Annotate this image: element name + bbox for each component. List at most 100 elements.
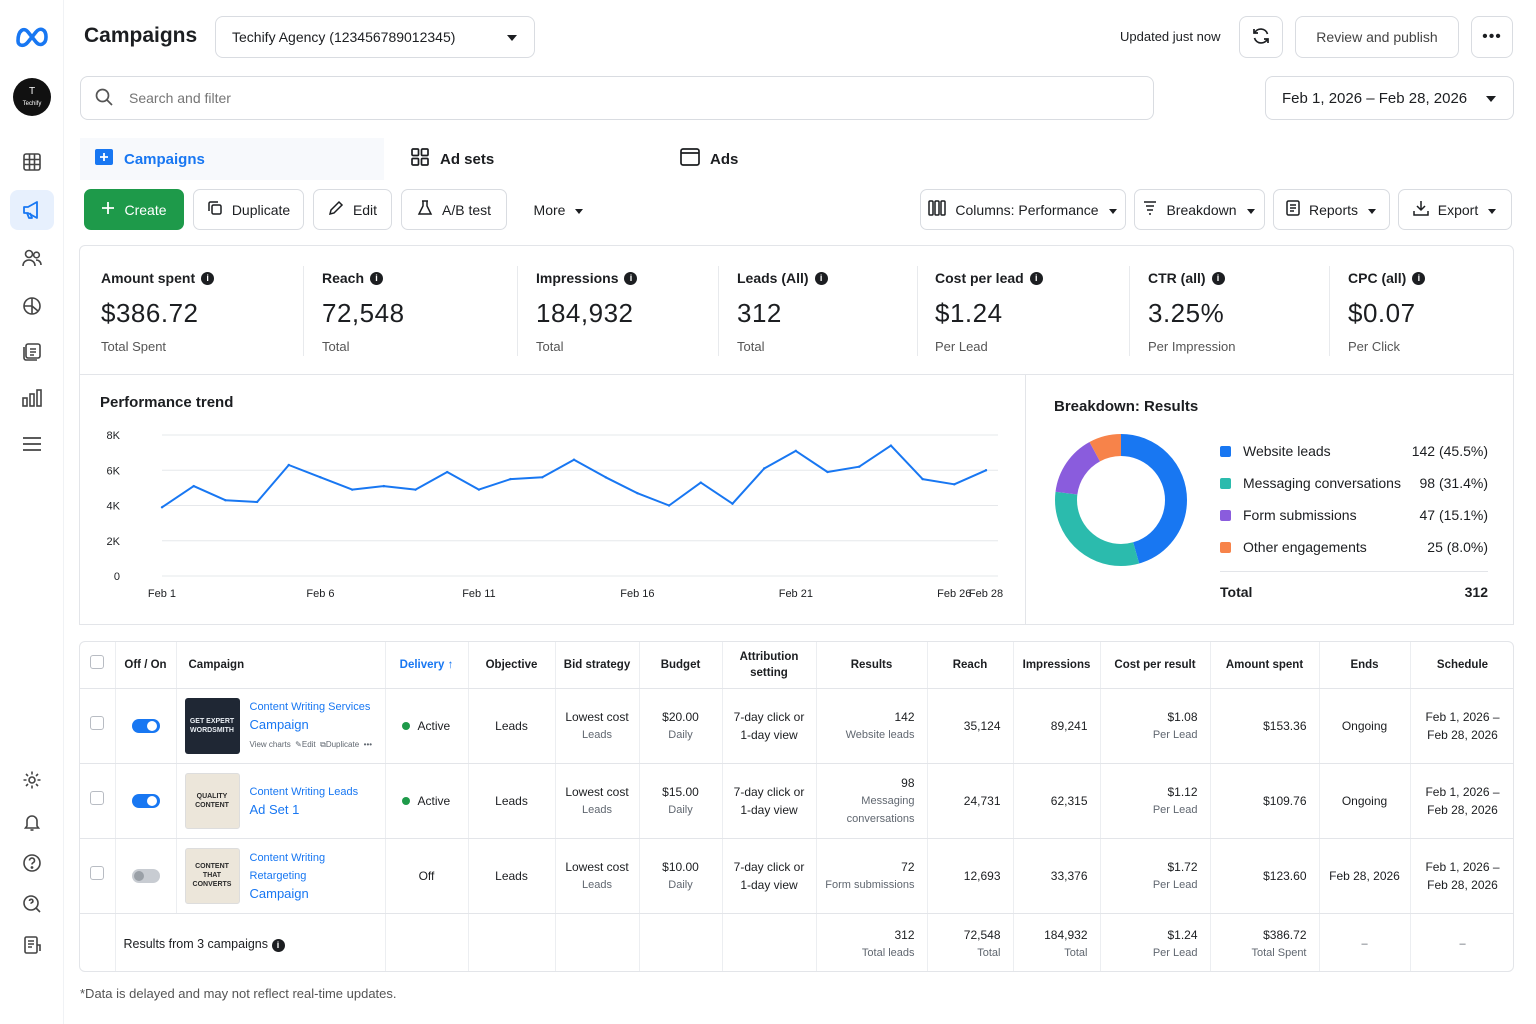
edit-link[interactable]: Edit — [302, 740, 316, 749]
info-icon[interactable]: i — [201, 271, 215, 285]
duplicate-button[interactable]: Duplicate — [193, 189, 304, 230]
campaign-name-link[interactable]: Content Writing Services — [250, 698, 373, 716]
campaign-name-link[interactable]: Content Writing Retargeting — [250, 849, 377, 885]
data-point[interactable] — [826, 470, 829, 474]
info-icon[interactable]: i — [624, 271, 638, 285]
campaign-level-link[interactable]: Campaign — [250, 885, 377, 903]
edit-button[interactable]: Edit — [313, 189, 392, 230]
column-header[interactable]: Cost per result — [1100, 642, 1211, 689]
more-button[interactable]: More — [518, 189, 600, 230]
more-options-button[interactable]: ••• — [1471, 16, 1513, 58]
column-header[interactable]: Amount spent — [1210, 642, 1320, 689]
account-avatar[interactable]: T Techify — [13, 78, 51, 116]
grid-icon[interactable] — [10, 142, 54, 182]
data-point[interactable] — [762, 467, 766, 470]
data-point[interactable] — [794, 449, 798, 453]
row-checkbox[interactable] — [90, 716, 105, 730]
catalog-icon[interactable] — [10, 332, 54, 372]
row-checkbox[interactable] — [90, 791, 105, 805]
column-header[interactable]: Impressions — [1013, 642, 1101, 689]
data-point[interactable] — [446, 470, 449, 474]
date-range-picker[interactable]: Feb 1, 2026 – Feb 28, 2026 — [1265, 76, 1514, 120]
column-header[interactable]: Reach — [927, 642, 1014, 689]
breakdown-button[interactable]: Breakdown — [1134, 189, 1265, 230]
info-icon[interactable]: i — [814, 271, 828, 285]
data-point[interactable] — [382, 484, 386, 488]
column-header[interactable]: Schedule — [1410, 642, 1513, 689]
select-all-checkbox[interactable] — [90, 655, 105, 670]
tab-ad-sets[interactable]: Ad sets — [396, 138, 652, 180]
menu-icon[interactable] — [10, 424, 54, 464]
data-point[interactable] — [192, 484, 195, 488]
data-point[interactable] — [953, 483, 956, 486]
megaphone-icon[interactable] — [10, 190, 54, 230]
column-header[interactable]: Bid strategy — [555, 642, 640, 689]
data-point[interactable] — [667, 504, 671, 507]
campaign-level-link[interactable]: Campaign — [250, 716, 373, 734]
data-point[interactable] — [699, 481, 702, 484]
on-off-toggle[interactable] — [131, 869, 160, 884]
column-header[interactable]: Budget — [639, 642, 723, 689]
audience-icon[interactable] — [10, 286, 54, 326]
data-point[interactable] — [509, 477, 512, 481]
ad-thumbnail[interactable]: QUALITY CONTENT — [184, 772, 240, 829]
data-point[interactable] — [731, 502, 734, 505]
table-row[interactable]: QUALITY CONTENT Content Writing Leads Ad… — [80, 763, 1513, 839]
ad-thumbnail[interactable]: CONTENT THAT CONVERTS — [184, 847, 240, 904]
data-point[interactable] — [477, 488, 481, 491]
data-point[interactable] — [319, 476, 322, 479]
data-point[interactable] — [350, 488, 354, 491]
gear-icon[interactable] — [10, 760, 54, 800]
bell-icon[interactable] — [10, 802, 54, 842]
data-point[interactable] — [921, 477, 924, 481]
ab-test-button[interactable]: A/B test — [401, 189, 507, 230]
account-selector[interactable]: Techify Agency (123456789012345) — [215, 16, 535, 58]
campaign-name-link[interactable]: Content Writing Leads — [250, 783, 359, 801]
data-point[interactable] — [160, 506, 164, 509]
columns-button[interactable]: Columns: Performance — [920, 189, 1126, 230]
people-icon[interactable] — [10, 238, 54, 278]
on-off-toggle[interactable] — [131, 794, 160, 809]
reports-button[interactable]: Reports — [1273, 189, 1390, 230]
info-icon[interactable]: i — [1029, 271, 1043, 285]
data-point[interactable] — [858, 465, 861, 468]
ellipsis-icon[interactable]: ••• — [364, 740, 372, 749]
tab-campaigns[interactable]: Campaigns — [80, 138, 384, 180]
data-point[interactable] — [889, 444, 893, 447]
report-icon[interactable] — [10, 925, 54, 965]
column-header[interactable]: Campaign — [176, 642, 386, 689]
column-header[interactable]: Ends — [1319, 642, 1411, 689]
review-publish-button[interactable]: Review and publish — [1295, 16, 1459, 58]
table-row[interactable]: CONTENT THAT CONVERTS Content Writing Re… — [80, 838, 1513, 914]
data-point[interactable] — [604, 476, 607, 479]
create-button[interactable]: Create — [84, 189, 184, 230]
campaign-level-link[interactable]: Ad Set 1 — [250, 801, 359, 819]
on-off-toggle[interactable] — [131, 719, 160, 734]
row-checkbox[interactable] — [90, 866, 105, 880]
search-input[interactable] — [129, 90, 1029, 106]
meta-logo-icon[interactable] — [14, 24, 50, 51]
column-header-delivery[interactable]: Delivery ↑ — [385, 642, 469, 689]
series-line[interactable] — [161, 444, 987, 509]
ad-thumbnail[interactable]: GET EXPERT WORDSMITH — [184, 697, 240, 754]
duplicate-link[interactable]: Duplicate — [326, 740, 359, 749]
column-header[interactable]: Objective — [468, 642, 556, 689]
data-point[interactable] — [636, 491, 639, 495]
data-point[interactable] — [287, 463, 290, 467]
view-charts-link[interactable]: View charts — [250, 740, 291, 749]
column-header[interactable]: Off / On — [115, 642, 177, 689]
data-point[interactable] — [255, 500, 259, 504]
info-icon[interactable]: i — [271, 939, 285, 953]
search-help-icon[interactable] — [10, 884, 54, 924]
export-button[interactable]: Export — [1398, 189, 1512, 230]
bar-chart-icon[interactable] — [10, 378, 54, 418]
column-header[interactable]: Results — [816, 642, 928, 689]
data-point[interactable] — [414, 488, 417, 491]
data-point[interactable] — [541, 476, 544, 479]
table-row[interactable]: GET EXPERT WORDSMITH Content Writing Ser… — [80, 688, 1513, 764]
info-icon[interactable]: i — [370, 271, 384, 285]
info-icon[interactable]: i — [1412, 271, 1426, 285]
data-point[interactable] — [224, 499, 227, 502]
data-point[interactable] — [572, 458, 576, 461]
data-point[interactable] — [984, 469, 988, 472]
